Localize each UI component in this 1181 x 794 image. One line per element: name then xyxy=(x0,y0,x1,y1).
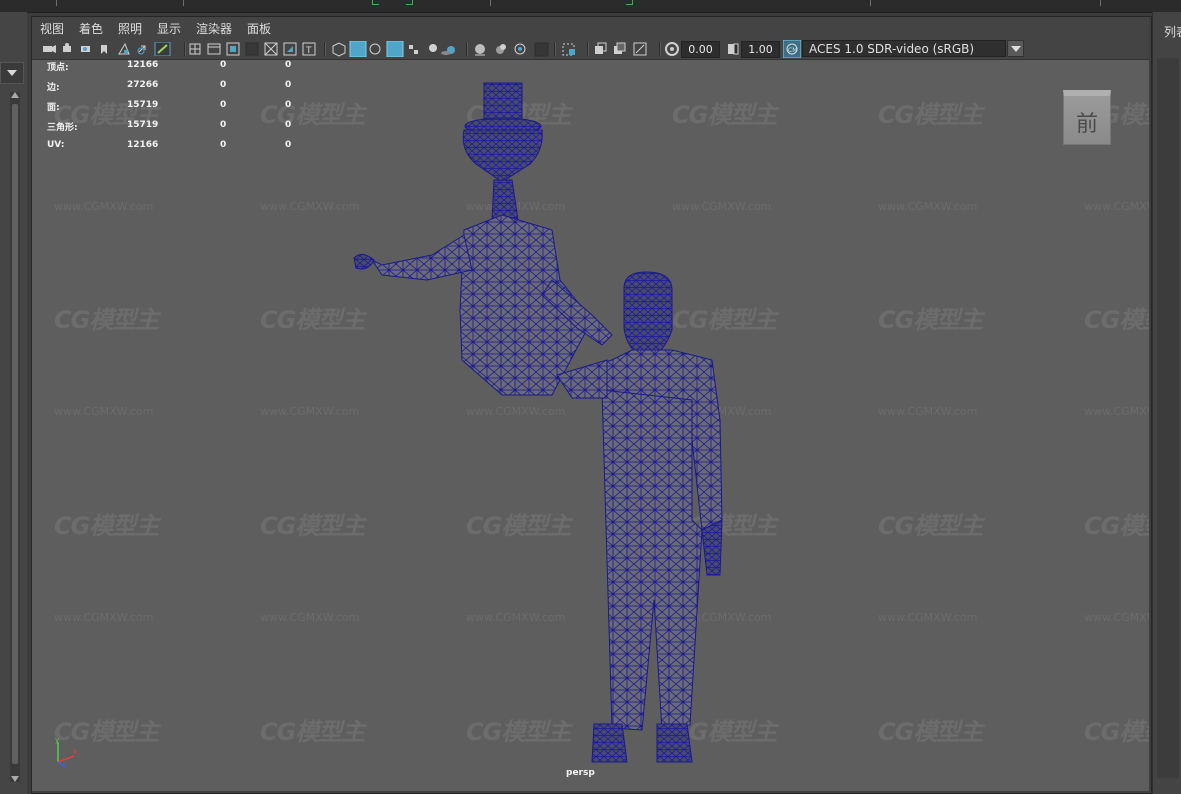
svg-text:T: T xyxy=(305,46,312,56)
right-panel-label[interactable]: 列表 xyxy=(1164,23,1181,40)
camera-tools-icons[interactable] xyxy=(41,42,191,56)
toolbar-separator xyxy=(184,42,186,56)
left-panel-scrollbar[interactable] xyxy=(10,92,20,782)
left-side-panel xyxy=(0,12,27,794)
exposure-icon[interactable] xyxy=(664,41,680,57)
puppet-left-arm xyxy=(370,234,473,281)
puppet-head xyxy=(462,129,543,183)
smooth-shade-all-icon xyxy=(349,41,367,57)
puppet-neck xyxy=(491,179,519,221)
right-side-panel: 列表 xyxy=(1152,12,1181,794)
toolbar-separator xyxy=(324,42,326,56)
menu-item-view[interactable]: 视图 xyxy=(40,20,64,37)
top-timeline-strip xyxy=(0,0,1181,13)
timeline-green-tick xyxy=(626,0,633,5)
xray-modes-icons[interactable] xyxy=(592,41,654,57)
isolate-select-icon[interactable] xyxy=(560,41,584,57)
menu-item-panels[interactable]: 面板 xyxy=(247,20,271,37)
panel-menu-bar: 视图 着色 照明 显示 渲染器 面板 xyxy=(32,17,1149,39)
man-right-shoe xyxy=(656,723,693,763)
wireframe-icon xyxy=(332,42,346,57)
timeline-tick xyxy=(870,0,871,6)
scroll-down-icon[interactable] xyxy=(11,776,19,782)
screen-space-ao-icon xyxy=(475,44,485,54)
toolbar-separator xyxy=(659,42,661,56)
timeline-green-tick xyxy=(406,0,413,5)
scrollbar-thumb[interactable] xyxy=(12,104,18,764)
exposure-field[interactable]: 0.00 xyxy=(681,41,720,58)
gate-mask-icon xyxy=(245,42,259,56)
timeline-tick xyxy=(56,0,57,6)
select-camera-icon xyxy=(43,46,52,52)
view-cube[interactable]: 前 xyxy=(1063,90,1111,145)
shading-mode-icons[interactable] xyxy=(330,41,462,57)
toolbar-separator xyxy=(554,42,556,56)
render-effects-icons[interactable] xyxy=(472,41,556,57)
menu-item-renderer[interactable]: 渲染器 xyxy=(196,20,232,37)
svg-text:z: z xyxy=(63,762,67,768)
toolbar-separator xyxy=(587,42,589,56)
view-cube-face-label[interactable]: 前 xyxy=(1064,106,1110,138)
wireframe-on-shaded-icon xyxy=(386,41,404,57)
right-panel-scroll-area[interactable] xyxy=(1157,58,1179,778)
camera-label: persp xyxy=(566,768,595,778)
film-gate-icon xyxy=(207,43,221,55)
menu-item-shading[interactable]: 着色 xyxy=(79,20,103,37)
puppet-left-hand xyxy=(353,254,375,270)
man-legs xyxy=(601,389,703,731)
default-material-icon xyxy=(369,43,381,55)
timeline-tick xyxy=(183,0,184,6)
wireframe-models[interactable] xyxy=(32,60,1149,791)
xray-icon xyxy=(409,45,418,54)
svg-text:CM: CM xyxy=(788,47,797,54)
gamma-icon[interactable] xyxy=(725,41,741,57)
man-head xyxy=(623,271,673,359)
3d-viewport[interactable]: CG模型主 www.CGMXW.com CG模型主 www.CGMXW.com CG模型… xyxy=(32,60,1149,791)
panel-toolbar: T 0.00 1.00 CM ACES 1.0 SDR-video (sRGB) xyxy=(32,39,1149,60)
svg-text:x: x xyxy=(73,748,77,756)
man-model xyxy=(556,271,723,763)
man-right-hand xyxy=(701,519,723,576)
gamma-field[interactable]: 1.00 xyxy=(741,41,780,58)
menu-item-show[interactable]: 显示 xyxy=(157,20,181,37)
toolbar-separator xyxy=(466,42,468,56)
view-transform-select[interactable]: ACES 1.0 SDR-video (sRGB) xyxy=(802,40,1006,57)
color-management-toggle-icon[interactable]: CM xyxy=(783,40,801,58)
scroll-up-icon[interactable] xyxy=(11,92,19,98)
svg-text:y: y xyxy=(55,738,59,744)
chevron-down-icon[interactable] xyxy=(1007,40,1024,57)
display-toggle-icons[interactable]: T xyxy=(188,42,320,56)
xray-joints-icon xyxy=(595,46,603,54)
puppet-model xyxy=(353,82,613,396)
timeline-tick xyxy=(490,0,491,6)
use-all-lights-icon xyxy=(429,44,437,52)
menu-item-lighting[interactable]: 照明 xyxy=(118,20,142,37)
depth-of-field-icon xyxy=(534,42,549,57)
timeline-tick xyxy=(1100,0,1101,6)
left-panel-dropdown[interactable] xyxy=(0,62,24,84)
axis-gizmo-icon: y x z xyxy=(55,738,77,768)
man-left-shoe xyxy=(591,723,628,763)
timeline-green-tick xyxy=(372,0,379,5)
